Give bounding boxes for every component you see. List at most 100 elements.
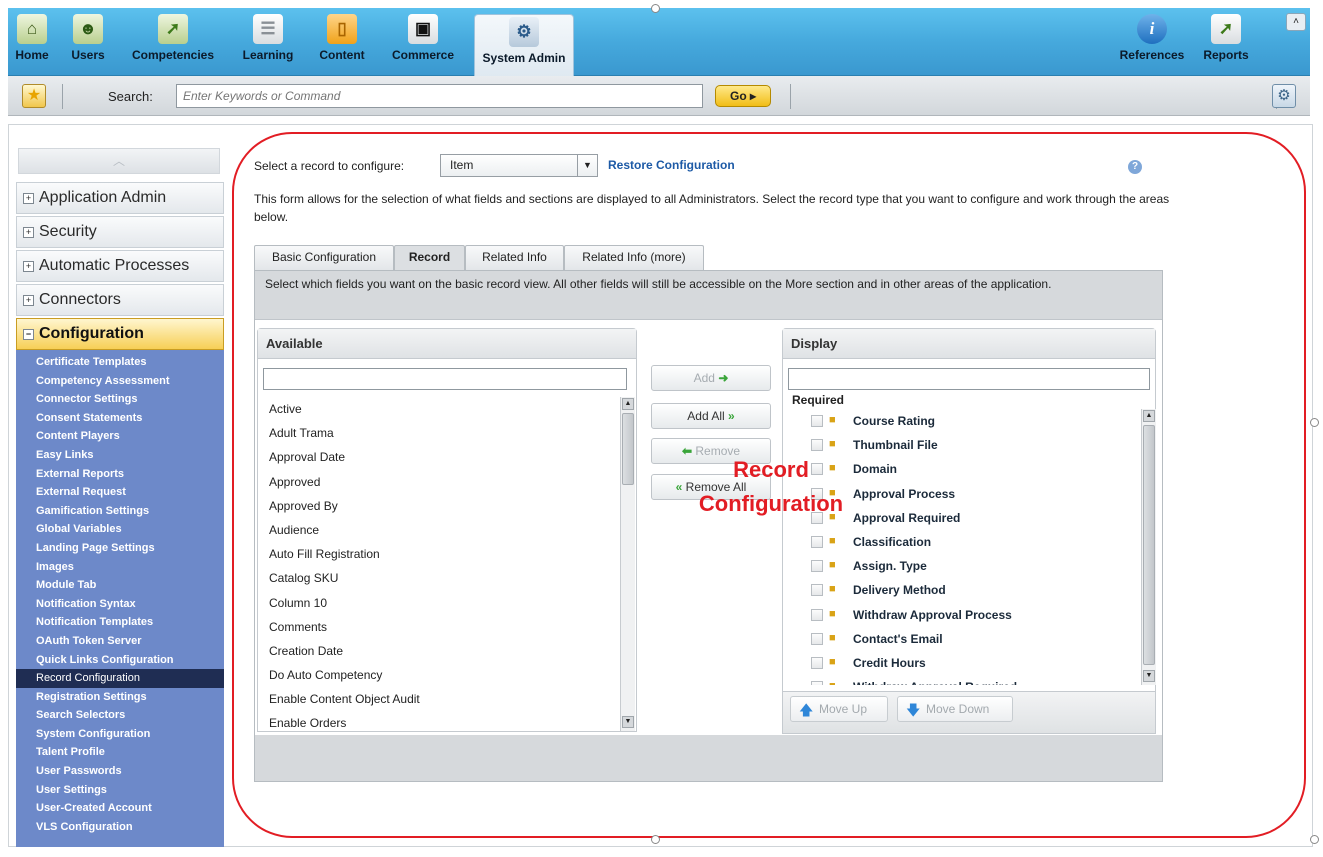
tab-record[interactable]: Record bbox=[394, 245, 465, 271]
help-icon[interactable]: ? bbox=[1128, 160, 1142, 174]
item-checkbox[interactable] bbox=[811, 560, 823, 573]
sidebar-item-connector-settings[interactable]: Connector Settings bbox=[16, 390, 224, 409]
sidebar-item-user-passwords[interactable]: User Passwords bbox=[16, 762, 224, 781]
item-checkbox[interactable] bbox=[811, 681, 823, 685]
display-item-delivery-method[interactable]: ■ Delivery Method bbox=[783, 578, 1135, 602]
sidebar-section-application-admin[interactable]: + Application Admin bbox=[16, 182, 224, 214]
sidebar-item-consent-statements[interactable]: Consent Statements bbox=[16, 409, 224, 428]
remove-all-button[interactable]: « Remove All bbox=[651, 474, 771, 500]
sidebar-section-configuration[interactable]: − Configuration bbox=[16, 318, 224, 350]
sidebar-section-security[interactable]: + Security bbox=[16, 216, 224, 248]
display-item-thumbnail-file[interactable]: ■ Thumbnail File bbox=[783, 433, 1135, 457]
scroll-down-arrow-icon[interactable]: ▼ bbox=[622, 716, 634, 728]
scroll-up-arrow-icon[interactable]: ▲ bbox=[1143, 410, 1155, 422]
nav-system-admin[interactable]: ⚙ System Admin bbox=[474, 14, 574, 76]
display-item-domain[interactable]: ■ Domain bbox=[783, 457, 1135, 481]
sidebar-item-talent-profile[interactable]: Talent Profile bbox=[16, 743, 224, 762]
restore-configuration-link[interactable]: Restore Configuration bbox=[608, 158, 735, 172]
item-checkbox[interactable] bbox=[811, 584, 823, 597]
sidebar-item-vls-configuration[interactable]: VLS Configuration bbox=[16, 818, 224, 837]
nav-reports[interactable]: ➚ Reports bbox=[1198, 12, 1254, 72]
item-checkbox[interactable] bbox=[811, 608, 823, 621]
available-item-approved[interactable]: Approved bbox=[262, 470, 614, 494]
scroll-up-arrow-icon[interactable]: ▲ bbox=[622, 398, 634, 410]
resize-handle[interactable] bbox=[1310, 418, 1319, 427]
display-item-credit-hours[interactable]: ■ Credit Hours bbox=[783, 651, 1135, 675]
item-checkbox[interactable] bbox=[811, 535, 823, 548]
tab-related-info-more[interactable]: Related Info (more) bbox=[564, 245, 704, 270]
display-item-contact-s-email[interactable]: ■ Contact's Email bbox=[783, 627, 1135, 651]
resize-handle[interactable] bbox=[651, 835, 660, 844]
available-item-column-10[interactable]: Column 10 bbox=[262, 591, 614, 615]
tab-related-info[interactable]: Related Info bbox=[465, 245, 564, 270]
sidebar-item-user-created-account[interactable]: User-Created Account bbox=[16, 799, 224, 818]
nav-learning[interactable]: ☰ Learning bbox=[236, 12, 300, 72]
available-item-comments[interactable]: Comments bbox=[262, 615, 614, 639]
available-item-creation-date[interactable]: Creation Date bbox=[262, 639, 614, 663]
sidebar-item-images[interactable]: Images bbox=[16, 558, 224, 577]
sidebar-item-certificate-templates[interactable]: Certificate Templates bbox=[16, 353, 224, 372]
available-item-approved-by[interactable]: Approved By bbox=[262, 494, 614, 518]
available-item-audience[interactable]: Audience bbox=[262, 518, 614, 542]
sidebar-item-competency-assessment[interactable]: Competency Assessment bbox=[16, 372, 224, 391]
available-item-approval-date[interactable]: Approval Date bbox=[262, 445, 614, 469]
available-item-auto-fill-registration[interactable]: Auto Fill Registration bbox=[262, 542, 614, 566]
remove-button[interactable]: ⬅ Remove bbox=[651, 438, 771, 464]
move-up-button[interactable]: 🡅 Move Up bbox=[790, 696, 888, 722]
nav-users[interactable]: ☻ Users bbox=[66, 12, 110, 72]
sidebar-item-search-selectors[interactable]: Search Selectors bbox=[16, 706, 224, 725]
sidebar-item-external-request[interactable]: External Request bbox=[16, 483, 224, 502]
sidebar-item-landing-page-settings[interactable]: Landing Page Settings bbox=[16, 539, 224, 558]
record-type-select[interactable]: Item ▼ bbox=[440, 154, 598, 177]
sidebar-item-quick-links-configuration[interactable]: Quick Links Configuration bbox=[16, 651, 224, 670]
sidebar-item-external-reports[interactable]: External Reports bbox=[16, 465, 224, 484]
sidebar-item-notification-syntax[interactable]: Notification Syntax bbox=[16, 595, 224, 614]
resize-handle[interactable] bbox=[651, 4, 660, 13]
collapse-header-button[interactable]: ˄ bbox=[1286, 13, 1306, 31]
sidebar-section-automatic-processes[interactable]: + Automatic Processes bbox=[16, 250, 224, 282]
scroll-thumb[interactable] bbox=[1143, 425, 1155, 665]
available-item-catalog-sku[interactable]: Catalog SKU bbox=[262, 566, 614, 590]
sidebar-item-record-configuration[interactable]: Record Configuration bbox=[16, 669, 224, 688]
nav-content[interactable]: ▯ Content bbox=[312, 12, 372, 72]
display-item-classification[interactable]: ■ Classification bbox=[783, 530, 1135, 554]
display-item-approval-process[interactable]: ■ Approval Process bbox=[783, 482, 1135, 506]
available-item-enable-orders[interactable]: Enable Orders bbox=[262, 711, 614, 735]
scroll-down-arrow-icon[interactable]: ▼ bbox=[1143, 670, 1155, 682]
add-all-button[interactable]: Add All » bbox=[651, 403, 771, 429]
item-checkbox[interactable] bbox=[811, 487, 823, 500]
sidebar-section-connectors[interactable]: + Connectors bbox=[16, 284, 224, 316]
move-down-button[interactable]: 🡇 Move Down bbox=[897, 696, 1013, 722]
display-item-withdraw-approval-process[interactable]: ■ Withdraw Approval Process bbox=[783, 603, 1135, 627]
sidebar-item-registration-settings[interactable]: Registration Settings bbox=[16, 688, 224, 707]
sidebar-item-oauth-token-server[interactable]: OAuth Token Server bbox=[16, 632, 224, 651]
item-checkbox[interactable] bbox=[811, 656, 823, 669]
nav-competencies[interactable]: ➚ Competencies bbox=[124, 12, 222, 72]
scroll-thumb[interactable] bbox=[622, 413, 634, 485]
item-checkbox[interactable] bbox=[811, 463, 823, 476]
nav-home[interactable]: ⌂ Home bbox=[14, 12, 50, 72]
display-item-approval-required[interactable]: ■ Approval Required bbox=[783, 506, 1135, 530]
display-scrollbar[interactable]: ▲ ▼ bbox=[1141, 409, 1156, 685]
available-item-adult-trama[interactable]: Adult Trama bbox=[262, 421, 614, 445]
item-checkbox[interactable] bbox=[811, 415, 823, 427]
sidebar-item-content-players[interactable]: Content Players bbox=[16, 427, 224, 446]
available-item-enable-content-object-audit[interactable]: Enable Content Object Audit bbox=[262, 687, 614, 711]
add-button[interactable]: Add ➜ bbox=[651, 365, 771, 391]
favorites-star-icon[interactable]: ★ bbox=[22, 84, 46, 108]
nav-commerce[interactable]: ▣ Commerce bbox=[382, 12, 464, 72]
resize-handle[interactable] bbox=[1310, 835, 1319, 844]
sidebar-item-global-variables[interactable]: Global Variables bbox=[16, 520, 224, 539]
nav-references[interactable]: i References bbox=[1116, 12, 1188, 72]
sidebar-item-gamification-settings[interactable]: Gamification Settings bbox=[16, 502, 224, 521]
display-filter-input[interactable] bbox=[788, 368, 1150, 390]
sidebar-scroll-up-button[interactable]: ︿ bbox=[18, 148, 220, 174]
display-item-assign-type[interactable]: ■ Assign. Type bbox=[783, 554, 1135, 578]
display-item-course-rating[interactable]: ■ Course Rating bbox=[783, 409, 1135, 433]
item-checkbox[interactable] bbox=[811, 632, 823, 645]
search-input[interactable] bbox=[176, 84, 703, 108]
tab-basic-configuration[interactable]: Basic Configuration bbox=[254, 245, 394, 270]
sidebar-item-notification-templates[interactable]: Notification Templates bbox=[16, 613, 224, 632]
item-checkbox[interactable] bbox=[811, 439, 823, 452]
settings-gear-icon[interactable]: ⚙ bbox=[1272, 84, 1296, 108]
